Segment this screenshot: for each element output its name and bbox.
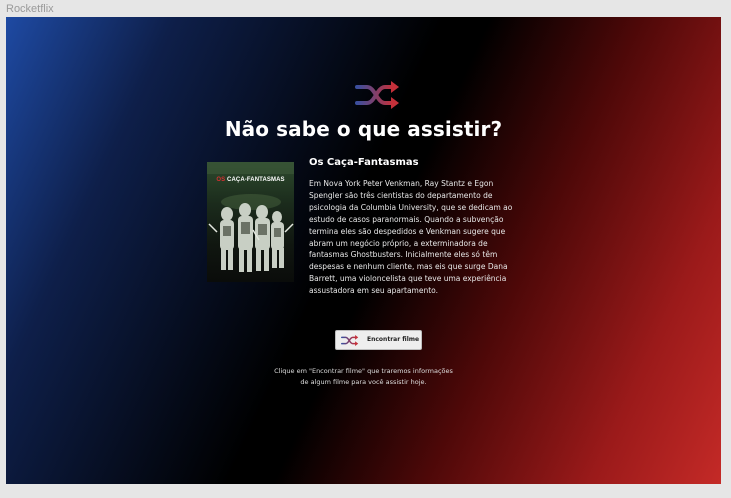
- find-movie-button-label: Encontrar filme: [367, 336, 420, 343]
- app-frame: Não sabe o que assistir? OS CAÇA-FANTASM…: [6, 17, 721, 484]
- poster-artwork: [207, 162, 294, 272]
- shuffle-icon: [355, 81, 399, 109]
- shuffle-icon: [341, 335, 359, 346]
- hint-line-1: Clique em "Encontrar filme" que traremos…: [274, 367, 453, 375]
- frame-label: Rocketflix: [6, 3, 54, 15]
- hint-text: Clique em "Encontrar filme" que traremos…: [6, 366, 721, 387]
- movie-title: Os Caça-Fantasmas: [309, 157, 419, 168]
- find-movie-button[interactable]: Encontrar filme: [335, 330, 422, 350]
- hint-line-2: de algum filme para você assistir hoje.: [300, 377, 427, 386]
- page-title: Não sabe o que assistir?: [224, 117, 503, 141]
- movie-poster: OS CAÇA-FANTASMAS: [207, 162, 294, 282]
- movie-description: Em Nova York Peter Venkman, Ray Stantz e…: [309, 179, 513, 296]
